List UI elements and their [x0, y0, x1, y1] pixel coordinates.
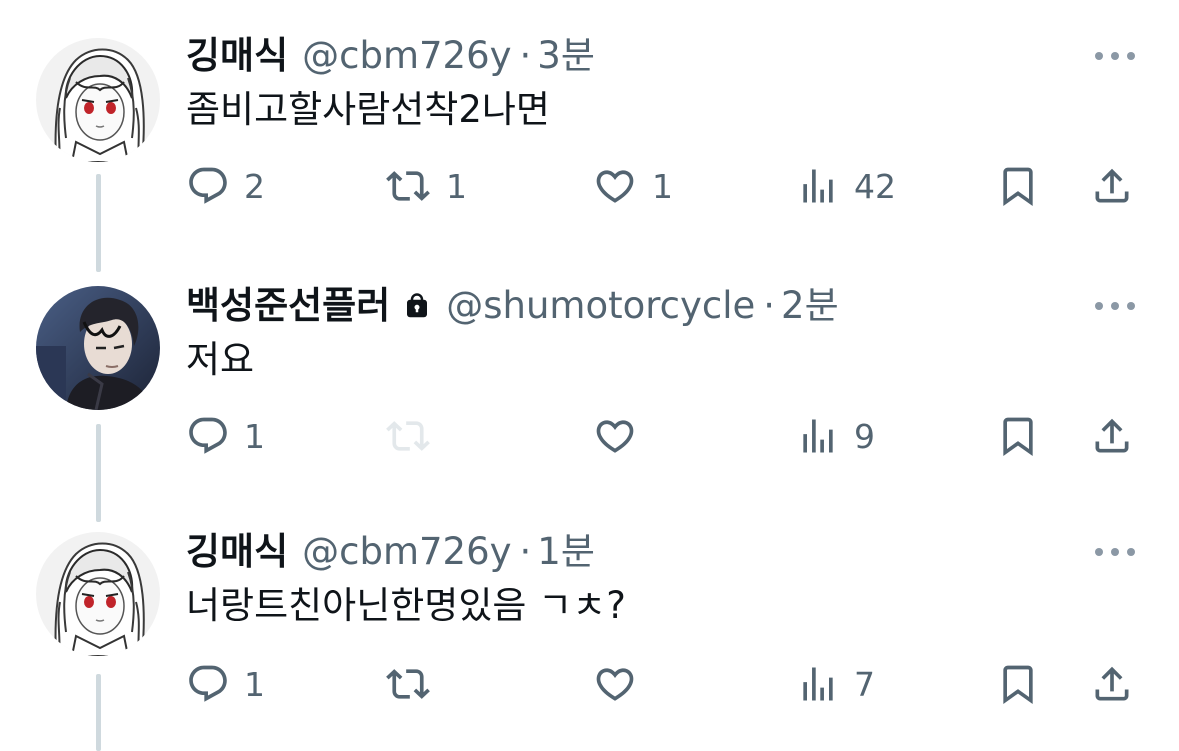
more-options-icon[interactable] [1095, 294, 1135, 318]
separator-dot: · [763, 284, 776, 327]
views-button[interactable]: 42 [796, 158, 896, 214]
lock-icon [402, 289, 432, 323]
bookmark-icon [1003, 417, 1033, 457]
tweet-text: 저요 [186, 338, 255, 381]
user-handle[interactable]: @shumotorcycle [446, 278, 755, 334]
retweet-button[interactable] [384, 656, 432, 712]
views-icon [803, 419, 833, 453]
tweet[interactable]: 깅매식 @cbm726y · 3분 좀비고할사람선착2나면 2 1 1 42 [0, 0, 1179, 250]
like-button[interactable] [592, 408, 638, 464]
user-handle[interactable]: @cbm726y [302, 28, 511, 84]
share-icon [1095, 168, 1129, 203]
views-count: 7 [854, 664, 875, 704]
like-count: 1 [652, 166, 673, 206]
bookmark-icon [1003, 665, 1033, 705]
anime-boy-avatar-image [36, 286, 160, 410]
like-button[interactable]: 1 [592, 158, 673, 214]
reply-count: 1 [244, 416, 265, 456]
timestamp[interactable]: 2분 [781, 278, 839, 334]
bookmark-icon [1003, 167, 1033, 207]
tweet-text: 너랑트친아닌한명있음 ㄱㅊ? [186, 584, 626, 627]
views-icon [803, 667, 833, 701]
more-options-icon[interactable] [1095, 540, 1135, 564]
share-icon [1095, 666, 1129, 701]
views-icon [803, 169, 833, 203]
heart-icon [596, 668, 634, 701]
share-button[interactable] [1090, 656, 1134, 712]
user-handle[interactable]: @cbm726y [302, 524, 511, 580]
retweet-button-disabled [384, 408, 432, 464]
share-button[interactable] [1090, 158, 1134, 214]
more-options-icon[interactable] [1095, 44, 1135, 68]
reply-count: 1 [244, 664, 265, 704]
tweet-header: 깅매식 @cbm726y · 3분 [186, 28, 595, 84]
separator-dot: · [519, 34, 532, 77]
retweet-icon [386, 171, 430, 201]
retweet-icon [386, 669, 430, 699]
reply-button[interactable]: 1 [186, 408, 265, 464]
anime-girl-avatar-image [36, 532, 160, 656]
anime-girl-avatar-image [36, 38, 160, 162]
views-count: 42 [854, 166, 896, 206]
tweet-header: 깅매식 @cbm726y · 1분 [186, 524, 595, 580]
tweet-header: 백성준선플러 @shumotorcycle · 2분 [186, 278, 839, 334]
tweet[interactable]: 깅매식 @cbm726y · 1분 너랑트친아닌한명있음 ㄱㅊ? 1 7 [0, 500, 1179, 750]
reply-icon [189, 417, 227, 454]
bookmark-button[interactable] [996, 408, 1040, 464]
heart-icon [596, 170, 634, 203]
avatar[interactable] [36, 286, 160, 410]
retweet-icon [386, 421, 430, 451]
reply-button[interactable]: 1 [186, 656, 265, 712]
action-bar: 2 1 1 42 [186, 158, 1146, 214]
retweet-button[interactable]: 1 [384, 158, 467, 214]
tweet[interactable]: 백성준선플러 @shumotorcycle · 2분 저요 1 9 [0, 250, 1179, 500]
action-bar: 1 7 [186, 656, 1146, 712]
reply-icon [189, 665, 227, 702]
views-count: 9 [854, 416, 875, 456]
retweet-count: 1 [446, 166, 467, 206]
action-bar: 1 9 [186, 408, 1146, 464]
bookmark-button[interactable] [996, 158, 1040, 214]
reply-button[interactable]: 2 [186, 158, 265, 214]
display-name[interactable]: 백성준선플러 [186, 278, 390, 334]
tweet-text: 좀비고할사람선착2나면 [186, 88, 550, 131]
separator-dot: · [519, 530, 532, 573]
like-button[interactable] [592, 656, 638, 712]
timestamp[interactable]: 3분 [537, 28, 595, 84]
heart-icon [596, 420, 634, 453]
share-button[interactable] [1090, 408, 1134, 464]
bookmark-button[interactable] [996, 656, 1040, 712]
views-button[interactable]: 7 [796, 656, 875, 712]
reply-count: 2 [244, 166, 265, 206]
timestamp[interactable]: 1분 [537, 524, 595, 580]
share-icon [1095, 418, 1129, 453]
display-name[interactable]: 깅매식 [186, 28, 288, 84]
display-name[interactable]: 깅매식 [186, 524, 288, 580]
reply-icon [189, 167, 227, 204]
avatar[interactable] [36, 38, 160, 162]
views-button[interactable]: 9 [796, 408, 875, 464]
avatar[interactable] [36, 532, 160, 656]
